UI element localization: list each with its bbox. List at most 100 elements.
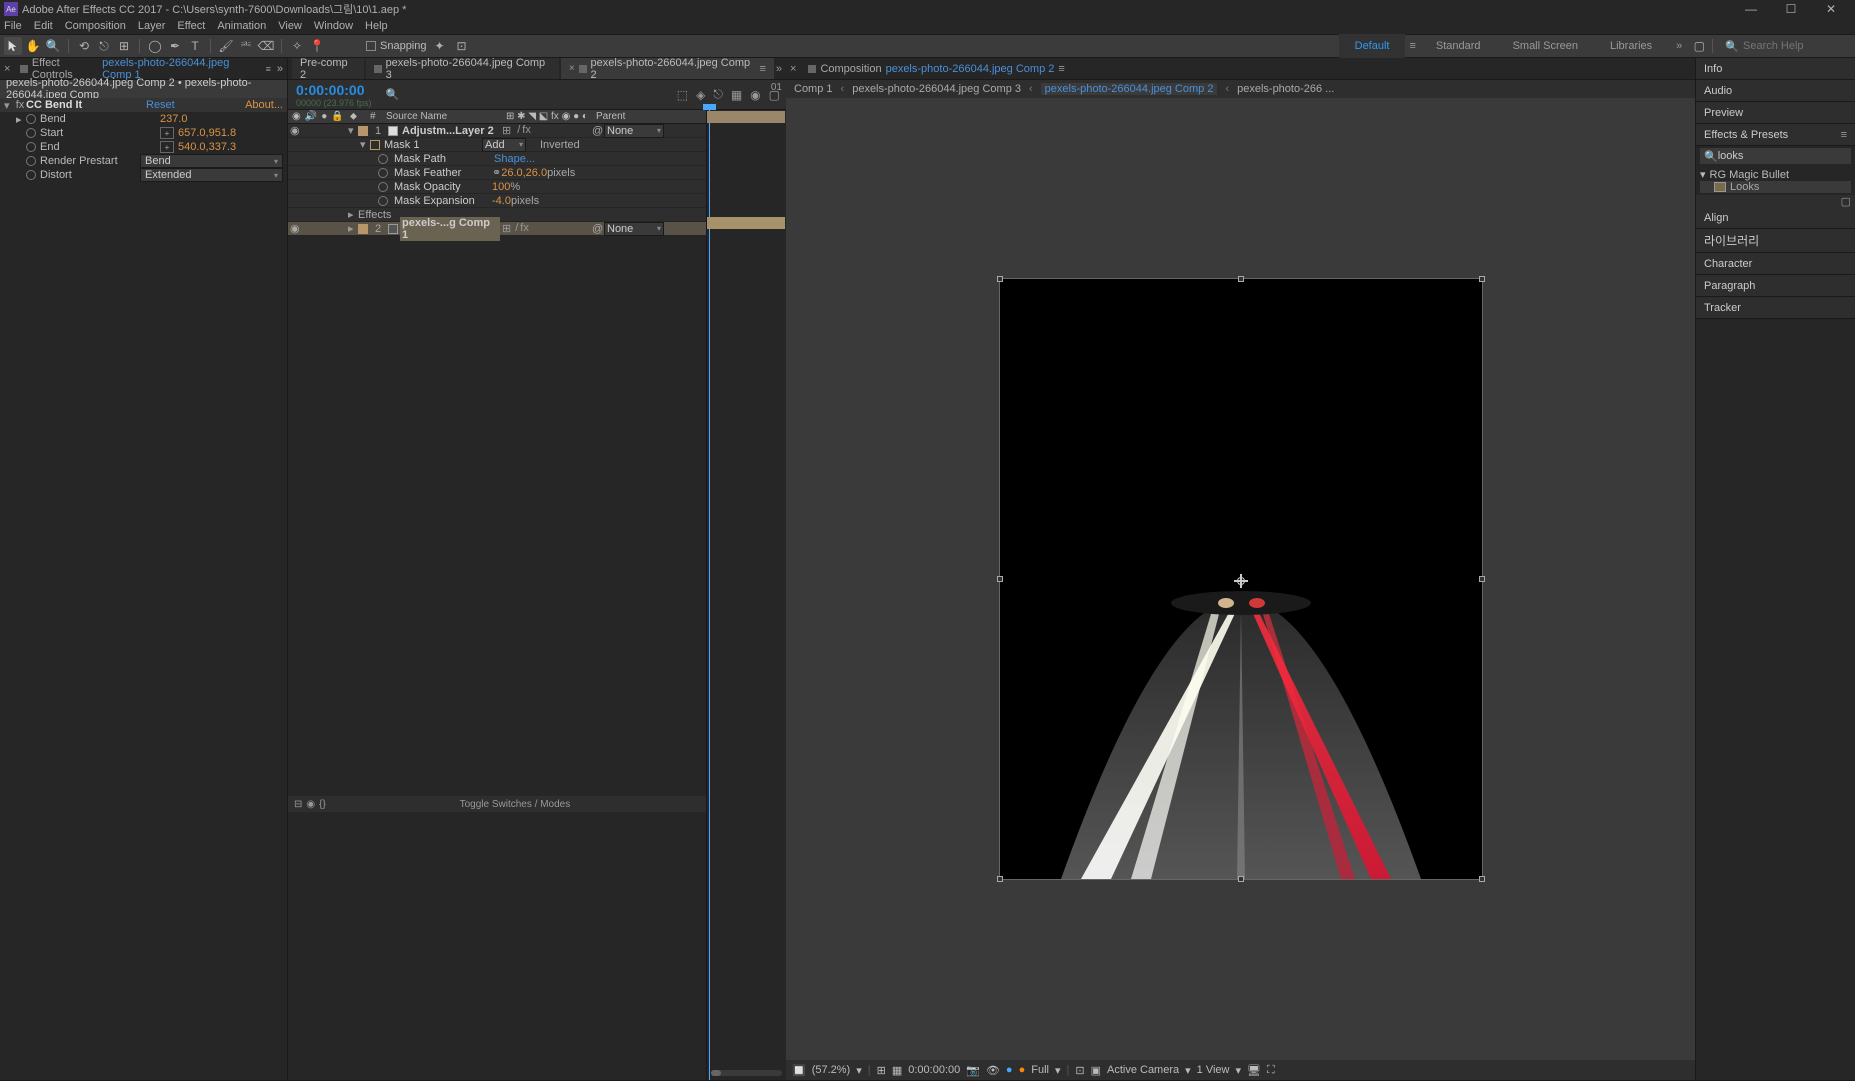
handle-tl[interactable] (997, 276, 1003, 282)
menu-composition[interactable]: Composition (65, 20, 126, 32)
layer-color-icon[interactable] (358, 224, 368, 234)
tab-menu-icon[interactable]: ≡ (266, 64, 271, 74)
panel-close-icon[interactable]: × (790, 63, 796, 75)
comp-link[interactable]: pexels-photo-266044.jpeg Comp 2 (886, 63, 1055, 75)
layer-bar-2[interactable] (707, 217, 785, 229)
align-panel-header[interactable]: Align (1696, 207, 1855, 229)
layer-visibility-toggle[interactable]: ◉ (288, 222, 300, 235)
prop-end-value[interactable]: 540.0,337.3 (178, 141, 236, 153)
camera-dropdown[interactable]: Active Camera (1107, 1064, 1179, 1076)
tl-btn-2-icon[interactable]: ◉ (306, 799, 315, 810)
stopwatch-icon[interactable] (378, 196, 388, 206)
rotate-tool[interactable]: ⟲ (75, 37, 93, 55)
pan-behind-tool[interactable]: ⊞ (115, 37, 133, 55)
color-mgmt-icon[interactable]: ● (1006, 1064, 1013, 1076)
info-panel-header[interactable]: Info (1696, 58, 1855, 80)
stopwatch-icon[interactable] (378, 182, 388, 192)
workspace-overflow-icon[interactable]: » (1668, 40, 1690, 52)
parent-dropdown[interactable]: None (604, 124, 664, 138)
menu-animation[interactable]: Animation (217, 20, 266, 32)
tab-overflow-icon[interactable]: » (277, 63, 283, 75)
parent-pickwhip-icon[interactable]: @ (590, 125, 604, 137)
composition-canvas[interactable] (786, 98, 1695, 1060)
stopwatch-icon[interactable] (378, 154, 388, 164)
snap-option-1-icon[interactable]: ✦ (431, 37, 449, 55)
clone-tool[interactable]: ⎃ (237, 37, 255, 55)
bend-prop-toggle[interactable]: ▸ (16, 113, 26, 126)
property-row[interactable]: Mask Expansion -4.0 pixels (288, 194, 706, 208)
magnification-icon[interactable]: 🔲 (792, 1064, 806, 1077)
layer-color-icon[interactable] (358, 126, 368, 136)
zoom-dropdown[interactable]: (57.2%) (812, 1064, 851, 1076)
viewer-timecode[interactable]: 0:00:00:00 (908, 1064, 960, 1076)
mask-mode-dropdown[interactable]: Add (482, 138, 526, 152)
transparency-grid-icon[interactable]: ⊡ (1075, 1064, 1084, 1077)
layer-visibility-toggle[interactable]: ◉ (288, 124, 300, 137)
point-picker-icon[interactable]: + (160, 127, 174, 139)
maximize-button[interactable]: ☐ (1771, 0, 1811, 18)
workspace-default[interactable]: Default (1339, 34, 1406, 58)
roi-icon[interactable]: ▣ (1091, 1064, 1101, 1077)
snapshot-icon[interactable]: 📷 (966, 1064, 980, 1077)
link-icon[interactable]: ⚭ (492, 166, 501, 179)
effect-toggle[interactable]: ▾ (4, 99, 14, 112)
show-snapshot-icon[interactable]: 👁 (986, 1064, 1000, 1077)
menu-layer[interactable]: Layer (138, 20, 166, 32)
effects-search-input[interactable] (1718, 150, 1855, 162)
column-parent[interactable]: Parent (592, 111, 648, 122)
snapping-checkbox[interactable] (366, 41, 376, 51)
stopwatch-icon[interactable] (26, 114, 36, 124)
mask-row[interactable]: ▾ Mask 1 Add Inverted (288, 138, 706, 152)
stopwatch-icon[interactable] (26, 156, 36, 166)
effect-reset-link[interactable]: Reset (146, 99, 175, 111)
menu-help[interactable]: Help (365, 20, 388, 32)
workspace-small-screen[interactable]: Small Screen (1497, 34, 1594, 58)
brush-tool[interactable]: 🖌 (217, 37, 235, 55)
timeline-track-area[interactable]: 01 (706, 110, 786, 1080)
breadcrumb-item-active[interactable]: pexels-photo-266044.jpeg Comp 2 (1041, 83, 1218, 95)
parent-dropdown[interactable]: None (604, 222, 664, 236)
mask-inverted-label[interactable]: Inverted (526, 139, 582, 151)
search-help-input[interactable] (1743, 40, 1843, 52)
prop-bend-value[interactable]: 237.0 (160, 113, 188, 125)
pen-tool[interactable]: ✒ (166, 37, 184, 55)
layer-twirl[interactable]: ▸ (346, 222, 356, 235)
tracker-panel-header[interactable]: Tracker (1696, 297, 1855, 319)
character-panel-header[interactable]: Character (1696, 253, 1855, 275)
handle-mr[interactable] (1479, 576, 1485, 582)
timeline-layer-row[interactable]: ◉ ▸ 2 pexels-...g Comp 1 ⊞/fx @ None (288, 222, 706, 236)
prop-mask-expansion-value[interactable]: -4.0 (492, 195, 511, 207)
camera-tool[interactable]: ⎋ (95, 37, 113, 55)
column-source-name[interactable]: Source Name (382, 111, 502, 122)
mask-twirl[interactable]: ▾ (358, 138, 368, 151)
playhead[interactable] (709, 110, 710, 1080)
handle-bm[interactable] (1238, 876, 1244, 882)
frame-io-icon[interactable]: ▢ (1690, 37, 1708, 55)
timeline-zoom-slider[interactable] (711, 1070, 782, 1076)
breadcrumb-item[interactable]: Comp 1 (794, 83, 833, 95)
timeline-tab-precomp2[interactable]: Pre-comp 2 (292, 58, 364, 80)
motion-blur-icon[interactable]: ◉ (750, 88, 760, 102)
timeline-layer-row[interactable]: ◉ ▾ 1 Adjustm...Layer 2 ⊞ /fx @ None (288, 124, 706, 138)
preview-panel-header[interactable]: Preview (1696, 102, 1855, 124)
property-row[interactable]: Mask Path Shape... (288, 152, 706, 166)
current-timecode[interactable]: 0:00:00:00 (296, 82, 372, 98)
channel-icon[interactable]: ▦ (892, 1064, 902, 1077)
menu-file[interactable]: File (4, 20, 22, 32)
tab-overflow-icon[interactable]: » (776, 63, 782, 75)
point-picker-icon[interactable]: + (160, 141, 174, 153)
menu-edit[interactable]: Edit (34, 20, 53, 32)
views-dropdown[interactable]: 1 View (1197, 1064, 1230, 1076)
paragraph-panel-header[interactable]: Paragraph (1696, 275, 1855, 297)
effect-about-link[interactable]: About... (245, 99, 283, 111)
prop-distort-dropdown[interactable]: Extended (140, 168, 283, 182)
workspace-libraries[interactable]: Libraries (1594, 34, 1668, 58)
tab-close-icon[interactable]: × (569, 63, 575, 74)
effects-presets-header[interactable]: Effects & Presets ≡ (1696, 124, 1855, 146)
search-help[interactable]: 🔍 (1717, 40, 1851, 53)
prop-start-value[interactable]: 657.0,951.8 (178, 127, 236, 139)
eraser-tool[interactable]: ⌫ (257, 37, 275, 55)
folder-twirl-icon[interactable]: ▾ (1700, 168, 1706, 181)
breadcrumb-item[interactable]: pexels-photo-266044.jpeg Comp 3 (852, 83, 1021, 95)
close-button[interactable]: ✕ (1811, 0, 1851, 18)
